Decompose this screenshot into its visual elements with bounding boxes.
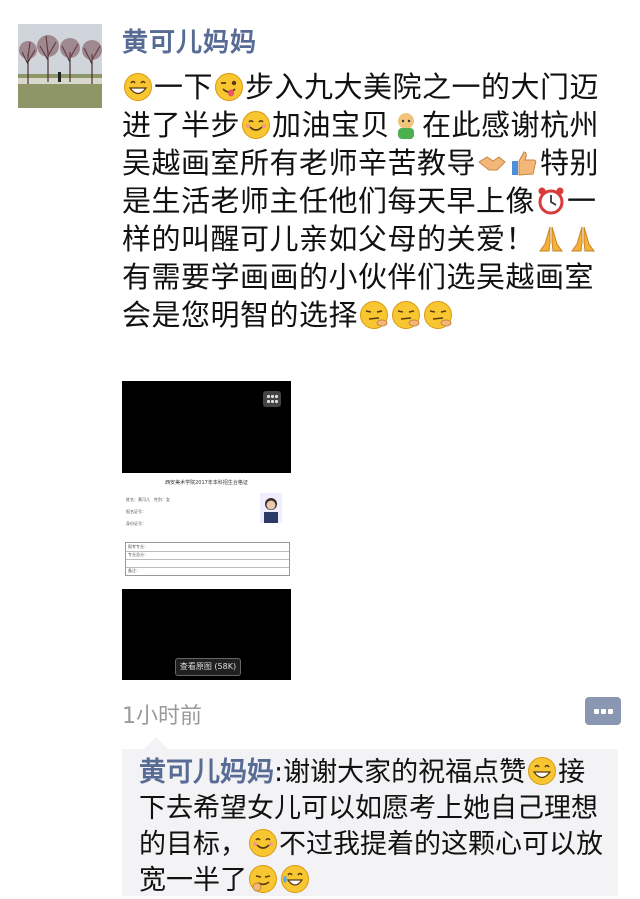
thinking-icon [359, 300, 389, 330]
thinking-icon [423, 300, 453, 330]
thinking-icon [391, 300, 421, 330]
certificate-table: 报考专业： 专业总分： 备注： [125, 542, 290, 576]
post-text: 一下 步入九大美院之一的大门迈进了半步 加油宝贝 在此感谢杭州吴越画室所有老师辛苦教导… [122, 68, 612, 334]
grin-icon [527, 756, 557, 786]
post-image[interactable]: 西安美术学院2017年本科招生合格证 姓名：黄可儿 性别：女 报名证号： 身份证… [122, 381, 291, 680]
certificate-photo [260, 493, 282, 523]
text-segment: 有需要学画画的小伙伴们选吴越画室会是您明智的选择 [122, 260, 595, 332]
kid-icon [391, 110, 421, 140]
handshake-icon [477, 148, 507, 178]
pray-icon [568, 224, 598, 254]
sly-icon [248, 864, 278, 894]
smile-icon [248, 828, 278, 858]
text-segment: 一下 [154, 70, 214, 104]
more-icon[interactable] [263, 391, 281, 407]
avatar[interactable] [18, 24, 102, 108]
post-time: 1小时前 [122, 704, 202, 729]
comment: 黄可儿妈妈:谢谢大家的祝福点赞 接下去希望女儿可以如愿考上她自己理想的目标， 不过我… [139, 755, 609, 899]
certificate-field: 报名证号： [126, 509, 146, 514]
smile-icon [241, 110, 271, 140]
certificate-title: 西安美术学院2017年本科招生合格证 [165, 480, 248, 486]
certificate-field: 报考专业： [128, 544, 148, 549]
certificate-document: 西安美术学院2017年本科招生合格证 姓名：黄可儿 性别：女 报名证号： 身份证… [122, 473, 291, 589]
pray-icon [536, 224, 566, 254]
wink-tongue-icon [214, 72, 244, 102]
post-author-name[interactable]: 黄可儿妈妈 [122, 22, 257, 59]
text-segment: 谢谢大家的祝福点赞 [283, 757, 527, 788]
certificate-field: 专业总分： [128, 552, 148, 557]
text-segment: 加油宝贝 [272, 108, 391, 142]
view-original-button[interactable]: 查看原图 (58K) [175, 658, 241, 676]
comment-button[interactable] [585, 697, 621, 725]
certificate-field: 姓名：黄可儿 性别：女 [126, 497, 170, 502]
thumbs-up-icon [509, 148, 539, 178]
comment-box: 黄可儿妈妈:谢谢大家的祝福点赞 接下去希望女儿可以如愿考上她自己理想的目标， 不过我… [122, 737, 618, 899]
comment-author[interactable]: 黄可儿妈妈 [139, 757, 274, 788]
certificate-field: 备注： [128, 568, 140, 573]
grin-icon [123, 72, 153, 102]
certificate-field: 身份证号： [126, 521, 146, 526]
alarm-clock-icon [536, 186, 566, 216]
comment-separator: : [274, 757, 284, 788]
crying-laugh-icon [280, 864, 310, 894]
